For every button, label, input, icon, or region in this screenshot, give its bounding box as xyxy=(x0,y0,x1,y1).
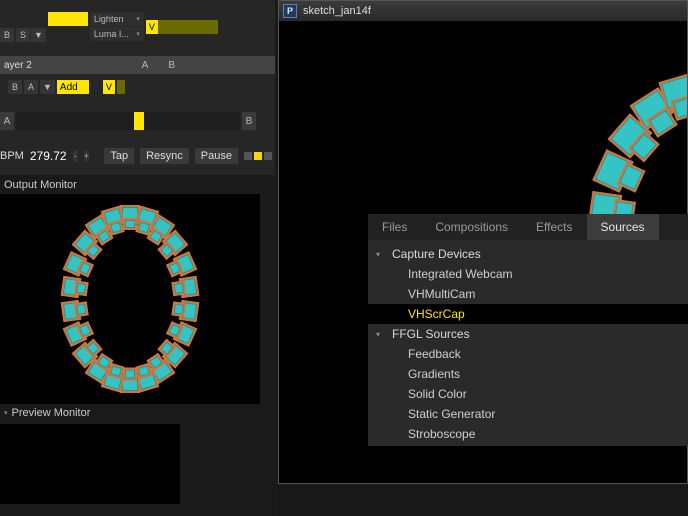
tree-group-capture-devices[interactable]: ▾ Capture Devices xyxy=(368,244,688,264)
bpm-plus[interactable]: + xyxy=(84,150,89,162)
layer-b-volume-bar[interactable] xyxy=(117,80,125,94)
tree-item-vhscrcap[interactable]: VHScrCap xyxy=(368,304,688,324)
preview-monitor xyxy=(0,424,180,504)
layer-a-dropdown[interactable]: ▼ xyxy=(31,28,46,42)
processing-icon: P xyxy=(283,4,297,18)
tree-item-feedback[interactable]: Feedback xyxy=(368,344,688,364)
preview-window-titlebar[interactable]: P sketch_jan14f xyxy=(279,1,687,21)
layer-a-active-clip[interactable] xyxy=(48,12,88,26)
tab-sources[interactable]: Sources xyxy=(587,214,659,240)
below-preview-strip xyxy=(278,486,688,516)
layer-name-strip[interactable]: ayer 2 A B xyxy=(0,56,275,74)
tab-effects[interactable]: Effects xyxy=(522,214,586,240)
chevron-down-icon: ▾ xyxy=(136,15,140,23)
layer-b-alpha[interactable]: A xyxy=(24,80,38,94)
bpm-minus[interactable]: - xyxy=(73,150,78,162)
layer-a-volume-bar[interactable] xyxy=(158,20,218,34)
layer-b-v-toggle[interactable]: V xyxy=(103,80,115,94)
disclosure-triangle-icon: ▾ xyxy=(376,250,386,259)
left-column: Output Monitor ▾ Preview Monitor xyxy=(0,176,260,516)
layer-b-blend-mode[interactable]: Add xyxy=(57,80,89,94)
tree-item-vhmulticam[interactable]: VHMultiCam xyxy=(368,284,688,304)
layer-a-blend-sub-label: Luma I... xyxy=(94,29,129,39)
bpm-pause[interactable]: Pause xyxy=(195,148,238,164)
preview-window-title: sketch_jan14f xyxy=(303,5,371,17)
layer-ab-b[interactable]: B xyxy=(168,60,175,71)
layer-a-blend-mode-label: Lighten xyxy=(94,14,124,24)
tab-compositions[interactable]: Compositions xyxy=(421,214,522,240)
bpm-tap[interactable]: Tap xyxy=(104,148,134,164)
sources-tabbar: Files Compositions Effects Sources xyxy=(368,214,688,240)
bpm-row: BPM 279.72 - + Tap Resync Pause xyxy=(0,146,272,166)
sources-panel: Files Compositions Effects Sources ▾ Cap… xyxy=(368,214,688,446)
tree-item-gradients[interactable]: Gradients xyxy=(368,364,688,384)
bpm-beat-indicator xyxy=(244,152,272,160)
layer-row-b: B A ▼ Add V xyxy=(0,80,125,94)
layer-name-label: ayer 2 xyxy=(4,60,32,71)
layer-b-bypass[interactable]: B xyxy=(8,80,22,94)
ab-crossfader[interactable]: A B xyxy=(0,112,256,130)
disclosure-triangle-icon: ▾ xyxy=(4,409,8,417)
layer-a-bypass[interactable]: B xyxy=(0,28,14,42)
preview-monitor-title[interactable]: ▾ Preview Monitor xyxy=(0,404,260,422)
layer-a-solo[interactable]: S xyxy=(16,28,30,42)
tab-files[interactable]: Files xyxy=(368,214,421,240)
crossfader-handle[interactable] xyxy=(134,112,144,130)
layer-a-blend-sub[interactable]: Luma I... ▾ xyxy=(90,27,144,41)
bpm-resync[interactable]: Resync xyxy=(140,148,189,164)
tree-item-stroboscope[interactable]: Stroboscope xyxy=(368,424,688,444)
disclosure-triangle-icon: ▾ xyxy=(376,330,386,339)
layer-b-dropdown[interactable]: ▼ xyxy=(40,80,55,94)
crossfader-b-cap[interactable]: B xyxy=(242,112,256,130)
output-monitor xyxy=(0,194,260,404)
sources-tree: ▾ Capture Devices Integrated Webcam VHMu… xyxy=(368,240,688,448)
tree-item-static-generator[interactable]: Static Generator xyxy=(368,404,688,424)
tree-item-solid-color[interactable]: Solid Color xyxy=(368,384,688,404)
crossfader-a-cap[interactable]: A xyxy=(0,112,14,130)
bpm-value[interactable]: 279.72 xyxy=(30,149,67,163)
layer-row-a: B S ▼ Lighten ▾ Luma I... ▾ V xyxy=(0,10,218,44)
deck-area: B S ▼ Lighten ▾ Luma I... ▾ V xyxy=(0,0,275,175)
crossfader-track[interactable] xyxy=(16,112,240,130)
layer-ab-a[interactable]: A xyxy=(142,60,149,71)
bpm-label: BPM xyxy=(0,150,24,162)
layer-a-blend-mode[interactable]: Lighten ▾ xyxy=(90,12,144,26)
tree-item-integrated-webcam[interactable]: Integrated Webcam xyxy=(368,264,688,284)
chevron-down-icon: ▾ xyxy=(136,30,140,38)
layer-a-v-toggle[interactable]: V xyxy=(146,20,158,34)
tree-group-ffgl-sources[interactable]: ▾ FFGL Sources xyxy=(368,324,688,344)
output-monitor-title[interactable]: Output Monitor xyxy=(0,176,260,194)
